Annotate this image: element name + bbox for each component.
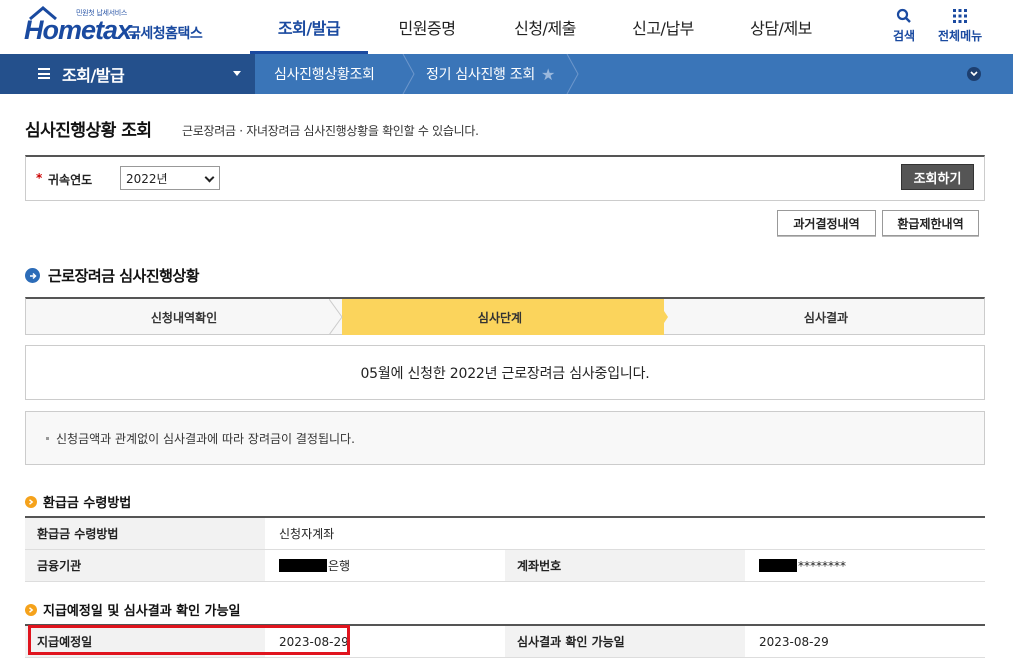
account-header: 계좌번호 — [505, 550, 745, 581]
search-label: 검색 — [893, 29, 916, 43]
search-button[interactable]: 검색 — [893, 8, 915, 44]
note-text: 신청금액과 관계없이 심사결과에 따라 장려금이 결정됩니다. — [56, 431, 355, 446]
account-value: ******** — [745, 550, 985, 581]
table-row: 금융기관 은행 계좌번호 ******** — [25, 550, 985, 582]
refund-method-value: 신청자계좌 — [279, 527, 335, 541]
chevron-circle-icon — [25, 603, 37, 616]
refund-method-title: 환급금 수령방법 — [43, 496, 132, 511]
nav-report-payment[interactable]: 신고/납부 — [604, 0, 722, 54]
note-box: 신청금액과 관계없이 심사결과에 따라 장려금이 결정됩니다. — [25, 411, 985, 465]
redacted-block — [759, 559, 797, 572]
page-description: 근로장려금 · 자녀장려금 심사진행상황을 확인할 수 있습니다. — [182, 124, 479, 138]
nav-inquiry[interactable]: 조회/발급 — [250, 0, 368, 54]
search-panel: * 귀속연도 2022년 조회하기 — [25, 155, 985, 201]
location-bar: 조회/발급 심사진행상황조회 정기 심사진행 조회 ★ — [0, 54, 1013, 94]
top-header: 민원첫 납세서비스 Hometax. 국세청홈택스 조회/발급 민원증명 신청/… — [0, 0, 1013, 54]
breadcrumb-regular-review[interactable]: 정기 심사진행 조회 ★ — [426, 54, 555, 94]
bank-header: 금융기관 — [25, 550, 265, 581]
search-icon — [896, 8, 911, 23]
chevron-circle-icon — [25, 495, 37, 508]
red-highlight-box — [28, 625, 350, 655]
bank-suffix: 은행 — [328, 559, 351, 573]
logo-korean-name: 국세청홈택스 — [128, 26, 203, 42]
chevron-down-icon — [204, 172, 215, 183]
breadcrumb-separator-icon — [402, 54, 415, 94]
bullet-icon — [46, 436, 49, 440]
nav-certificate[interactable]: 민원증명 — [368, 0, 486, 54]
refund-method-heading: 환급금 수령방법 — [25, 492, 131, 511]
past-decision-button[interactable]: 과거결정내역 — [777, 210, 876, 236]
result-date-header: 심사결과 확인 가능일 — [505, 626, 745, 657]
page-title: 심사진행상황 조회 — [25, 121, 152, 141]
breadcrumb-review-status[interactable]: 심사진행상황조회 — [274, 54, 375, 94]
bank-value: 은행 — [265, 550, 505, 581]
location-root-menu[interactable]: 조회/발급 — [0, 54, 255, 94]
global-nav: 조회/발급 민원증명 신청/제출 신고/납부 상담/제보 — [250, 0, 840, 54]
table-row: 환급금 수령방법 신청자계좌 — [25, 518, 985, 550]
arrow-circle-icon — [25, 268, 40, 283]
step-result: 심사결과 — [803, 310, 849, 325]
year-select-value: 2022년 — [126, 171, 168, 186]
chevron-down-icon — [970, 71, 978, 77]
hamburger-icon — [38, 68, 50, 79]
nav-application[interactable]: 신청/제출 — [486, 0, 604, 54]
nav-consult[interactable]: 상담/제보 — [722, 0, 840, 54]
year-label: 귀속연도 — [48, 173, 93, 187]
account-suffix: ******** — [798, 558, 846, 573]
status-message: 05월에 신청한 2022년 근로장려금 심사중입니다. — [25, 345, 985, 400]
favorite-star-icon[interactable]: ★ — [541, 65, 555, 84]
result-date-value: 2023-08-29 — [759, 634, 829, 649]
schedule-title: 지급예정일 및 심사결과 확인 가능일 — [43, 604, 241, 619]
location-expand-button[interactable] — [967, 67, 981, 81]
hometax-logo[interactable]: 민원첫 납세서비스 Hometax. 국세청홈택스 — [24, 6, 214, 46]
refund-method-table: 환급금 수령방법 신청자계좌 금융기관 은행 계좌번호 ******** — [25, 516, 985, 582]
all-menu-label: 전체메뉴 — [938, 29, 983, 43]
breadcrumb-separator-icon — [566, 54, 579, 94]
breadcrumb-regular-review-label: 정기 심사진행 조회 — [426, 67, 535, 83]
year-select[interactable]: 2022년 — [120, 166, 220, 190]
step-review: 심사단계 — [477, 310, 523, 325]
schedule-heading: 지급예정일 및 심사결과 확인 가능일 — [25, 600, 241, 619]
caret-down-icon — [233, 71, 241, 76]
all-menu-button[interactable]: 전체메뉴 — [938, 8, 982, 44]
section-heading: 근로장려금 심사진행상황 — [25, 265, 200, 286]
refund-method-header: 환급금 수령방법 — [25, 518, 265, 549]
progress-steps: 신청내역확인 심사단계 심사결과 — [25, 297, 985, 335]
required-mark: * — [36, 171, 43, 185]
location-root-label: 조회/발급 — [62, 66, 125, 85]
refund-limit-button[interactable]: 환급제한내역 — [882, 210, 979, 236]
section-title: 근로장려금 심사진행상황 — [48, 267, 200, 285]
step-application-check: 신청내역확인 — [150, 310, 218, 325]
logo-wordmark: Hometax. — [24, 15, 139, 45]
search-submit-button[interactable]: 조회하기 — [901, 164, 974, 190]
grid-menu-icon — [953, 9, 968, 23]
redacted-block — [279, 559, 327, 572]
